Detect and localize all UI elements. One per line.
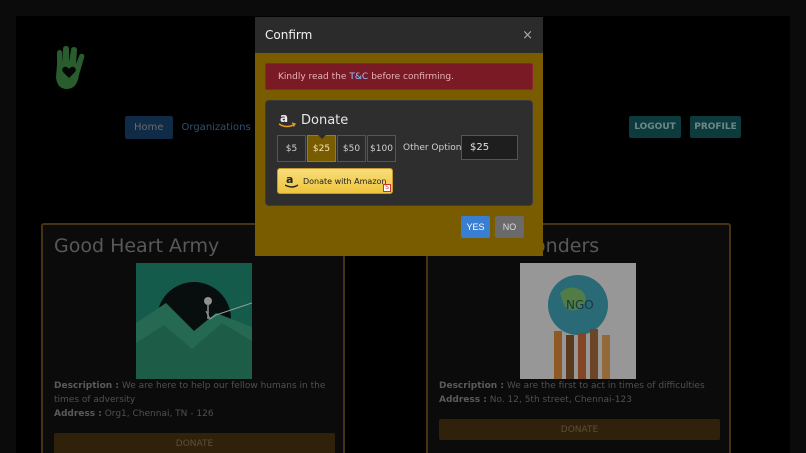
- svg-text:a: a: [286, 173, 293, 186]
- modal-header: Confirm ×: [255, 17, 543, 53]
- other-options-label: Other Options: [403, 143, 467, 153]
- close-icon[interactable]: ×: [522, 28, 533, 43]
- donate-with-amazon-button[interactable]: a Donate with Amazon S: [277, 168, 393, 194]
- svg-text:a: a: [280, 111, 288, 125]
- tc-alert: Kindly read the T&C before confirming.: [265, 63, 533, 90]
- donate-heading: a Donate: [278, 111, 348, 129]
- donate-heading-label: Donate: [301, 112, 349, 128]
- amount-option-100[interactable]: $100: [367, 135, 396, 162]
- amount-option-25[interactable]: $25: [307, 135, 336, 162]
- confirm-modal: Confirm × Kindly read the T&C before con…: [255, 17, 543, 256]
- amazon-a-icon: a: [285, 173, 299, 188]
- amount-option-50[interactable]: $50: [337, 135, 366, 162]
- modal-title: Confirm: [265, 28, 313, 42]
- amount-options: $5 $25 $50 $100: [277, 135, 397, 162]
- alert-text-suffix: before confirming.: [371, 71, 454, 82]
- yes-button[interactable]: YES: [461, 216, 490, 238]
- amount-option-5[interactable]: $5: [277, 135, 306, 162]
- secure-badge-icon: S: [383, 184, 391, 192]
- other-amount-input[interactable]: [461, 135, 518, 160]
- amazon-pay-widget: a Donate $5 $25 $50 $100 Other Options a…: [265, 100, 533, 206]
- tc-link[interactable]: T&C: [349, 72, 368, 82]
- alert-text-prefix: Kindly read the: [278, 71, 347, 82]
- modal-footer: YES NO: [461, 216, 524, 238]
- amazon-logo-icon: a: [278, 111, 296, 128]
- no-button[interactable]: NO: [495, 216, 524, 238]
- amazon-button-label: Donate with Amazon: [303, 176, 387, 186]
